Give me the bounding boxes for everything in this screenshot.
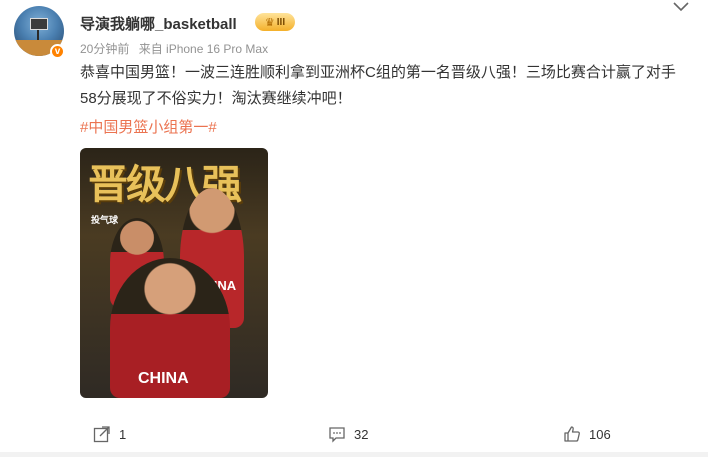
share-button[interactable]: 1 — [93, 425, 126, 443]
level-badge[interactable]: ♛ III — [255, 13, 295, 31]
comment-icon — [329, 427, 345, 443]
post-image[interactable]: 晋级八强 投气球 CHINA CHINA — [80, 148, 268, 398]
level-badge-label: III — [276, 16, 286, 28]
like-button[interactable]: 106 — [563, 425, 611, 443]
username-link[interactable]: 导演我躺哪_basketball — [80, 13, 237, 34]
image-logo: 投气球 — [91, 215, 119, 225]
comment-count: 32 — [354, 426, 369, 442]
jersey-text-2: CHINA — [138, 370, 189, 387]
hashtag-link[interactable]: #中国男篮小组第一# — [80, 116, 217, 137]
like-count: 106 — [589, 426, 611, 442]
avatar-hoop-board — [30, 18, 48, 30]
post-source: 来自 iPhone 16 Pro Max — [138, 42, 269, 56]
crown-icon: ♛ — [264, 16, 275, 29]
like-icon — [564, 426, 580, 442]
verified-badge-icon: v — [50, 44, 65, 59]
comment-button[interactable]: 32 — [328, 425, 368, 443]
post-text: 恭喜中国男篮！一波三连胜顺利拿到亚洲杯C组的第一名晋级八强！三场比赛合计赢了对手… — [80, 64, 676, 107]
post-time[interactable]: 20分钟前 — [80, 42, 129, 56]
post-meta: 20分钟前 来自 iPhone 16 Pro Max — [80, 40, 274, 57]
divider — [0, 452, 708, 457]
share-icon — [93, 426, 110, 443]
share-count: 1 — [119, 426, 127, 442]
action-bar: 1 32 106 — [0, 425, 708, 445]
chevron-down-icon[interactable] — [670, 0, 692, 14]
